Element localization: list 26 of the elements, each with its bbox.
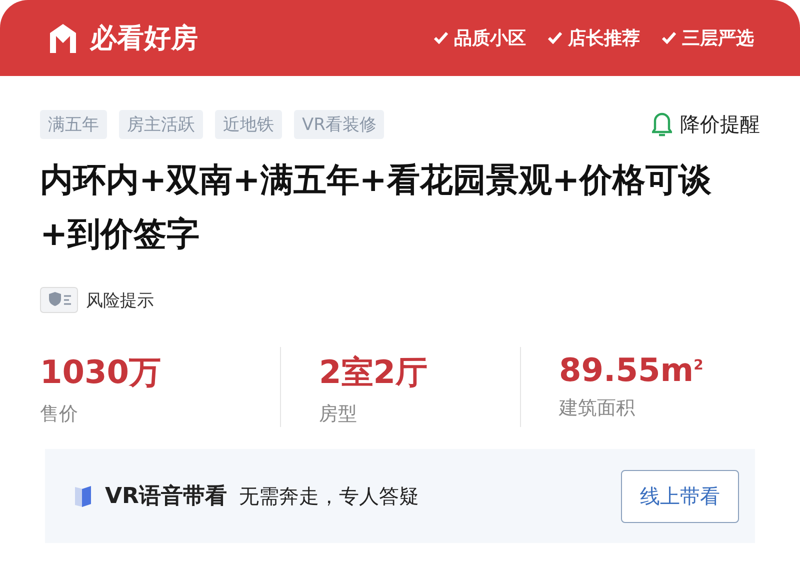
listing-title: 内环内+双南+满五年+看花园景观+价格可谈+到价签字 [40,159,713,255]
tag: 房主活跃 [119,110,203,139]
stat-label: 房型 [319,402,357,427]
check-icon [662,32,676,44]
stat-label: 售价 [40,402,78,427]
tag: VR看装修 [294,110,384,139]
risk-warning-link[interactable]: 风险提示 [86,288,154,312]
vr-description: 无需奔走，专人答疑 [238,482,419,510]
brand-name: 必看好房 [90,22,198,56]
feature-label: 品质小区 [454,27,526,50]
price-alert-link[interactable]: 降价提醒 [680,111,760,138]
tag: 满五年 [40,110,107,139]
check-icon [548,32,562,44]
tag: 近地铁 [215,110,282,139]
bell-icon[interactable] [652,112,672,138]
stat-value: 89.55m$^{2}$ [559,351,704,389]
check-icon [434,32,448,44]
feature-label: 三层严选 [682,27,754,50]
feature-label: 店长推荐 [568,27,640,50]
vr-title: VR语音带看 [105,482,227,511]
stat-value: 1030万 [40,352,162,393]
stat-label: 建筑面积 [559,396,635,421]
vr-icon [73,484,93,508]
online-viewing-button[interactable]: 线上带看 [621,470,739,522]
stat-value: 2室2厅 [319,352,428,393]
shield-icon [40,287,78,313]
